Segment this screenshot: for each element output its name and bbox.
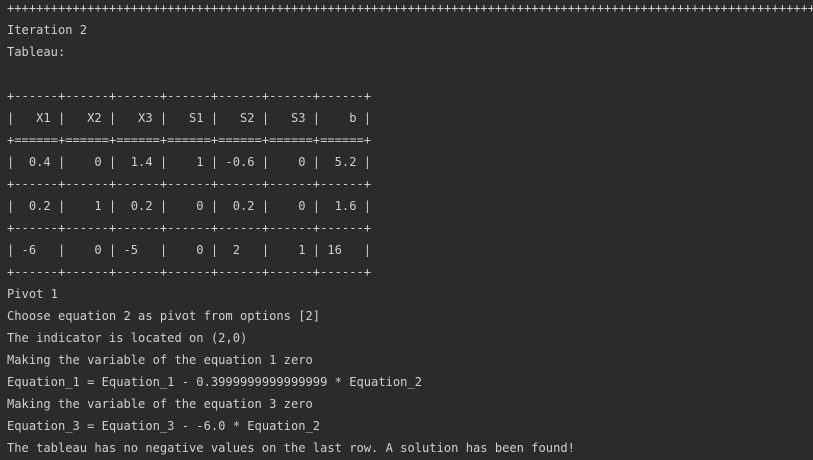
console-output-panel[interactable]: ++++++++++++++++++++++++++++++++++++++++… bbox=[0, 0, 813, 460]
table-border: +------+------+------+------+------+----… bbox=[7, 89, 372, 103]
table-row: | 0.2 | 1 | 0.2 | 0 | 0.2 | 0 | 1.6 | bbox=[7, 199, 372, 213]
log-line: Making the variable of the equation 1 ze… bbox=[7, 353, 313, 367]
log-line: Equation_3 = Equation_3 - -6.0 * Equatio… bbox=[7, 419, 321, 433]
table-header-row: | X1 | X2 | X3 | S1 | S2 | S3 | b | bbox=[7, 111, 372, 125]
log-line: Choose equation 2 as pivot from options … bbox=[7, 309, 321, 323]
log-line: The indicator is located on (2,0) bbox=[7, 331, 248, 345]
iteration-label: Iteration 2 bbox=[7, 23, 88, 37]
solution-found-message: The tableau has no negative values on th… bbox=[7, 441, 575, 455]
table-row: | -6 | 0 | -5 | 0 | 2 | 1 | 16 | bbox=[7, 243, 372, 257]
table-border: +------+------+------+------+------+----… bbox=[7, 177, 372, 191]
table-header-rule: +======+======+======+======+======+====… bbox=[7, 133, 372, 147]
separator-line: ++++++++++++++++++++++++++++++++++++++++… bbox=[7, 1, 813, 15]
table-border: +------+------+------+------+------+----… bbox=[7, 265, 372, 279]
table-row: | 0.4 | 0 | 1.4 | 1 | -0.6 | 0 | 5.2 | bbox=[7, 155, 372, 169]
table-border: +------+------+------+------+------+----… bbox=[7, 221, 372, 235]
log-line: Equation_1 = Equation_1 - 0.399999999999… bbox=[7, 375, 423, 389]
tableau-label: Tableau: bbox=[7, 45, 66, 59]
log-line: Making the variable of the equation 3 ze… bbox=[7, 397, 313, 411]
pivot-label: Pivot 1 bbox=[7, 287, 58, 301]
